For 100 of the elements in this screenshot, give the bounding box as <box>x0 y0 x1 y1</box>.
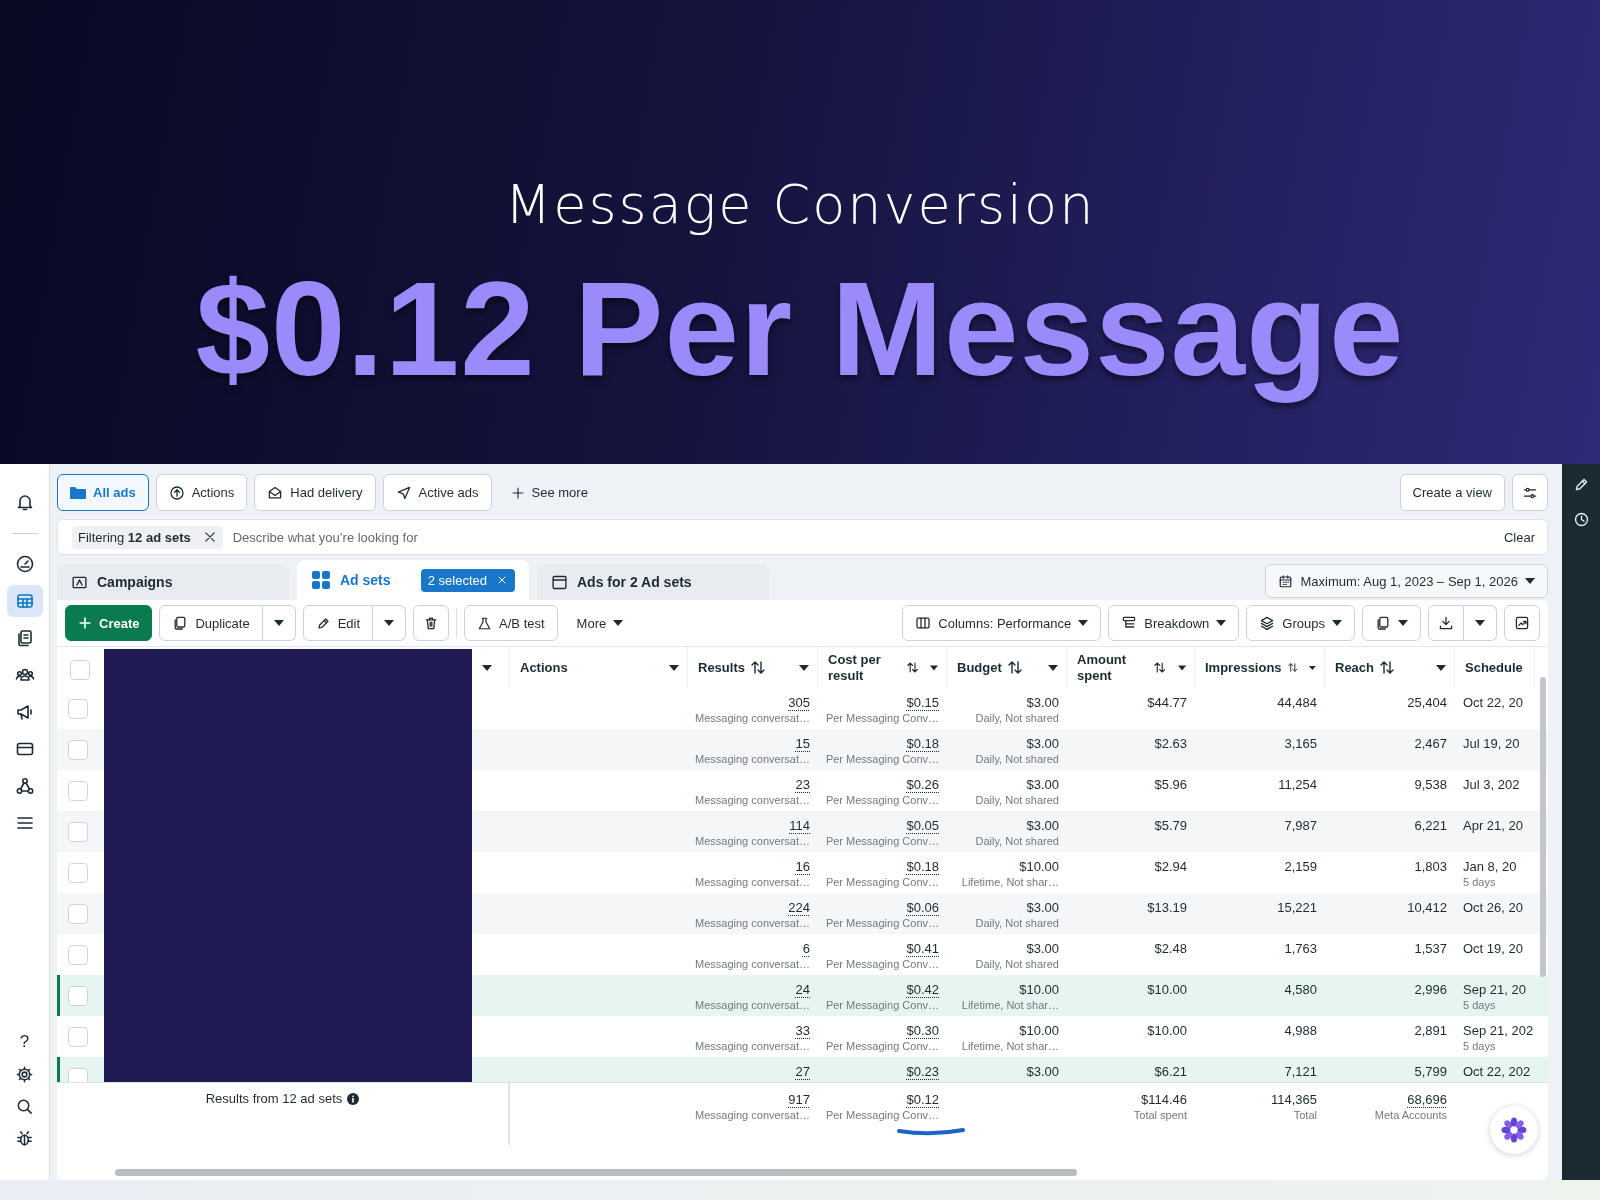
scrollbar[interactable] <box>115 1169 1077 1176</box>
table-cell: $0.05 <box>906 817 939 834</box>
dropdown-button[interactable] <box>262 605 296 641</box>
reports-button[interactable] <box>1362 605 1421 641</box>
breakdown-button[interactable]: Breakdown <box>1108 605 1240 641</box>
column-header[interactable]: Reach <box>1325 647 1455 688</box>
checkbox[interactable] <box>68 1027 88 1047</box>
level-tab[interactable]: Ads for 2 Ad sets <box>537 564 769 600</box>
view-tab[interactable]: Actions <box>155 474 248 511</box>
cell-note: Messaging conversat… <box>695 752 810 767</box>
view-tab[interactable]: Active ads <box>382 474 492 511</box>
table-row[interactable]: 15 Messaging conversat… $0.18 Per Messaging Conv… $3.00 Daily, Not shared $2.63 3,165 2,467 Jul 19, 20 <box>57 729 1548 770</box>
level-tab[interactable]: Campaigns <box>57 564 289 600</box>
table-row[interactable]: 224 Messaging conversat… $0.06 Per Messaging Conv… $3.00 Daily, Not shared $13.19 15,221 10,412 Oct 26, 20 <box>57 893 1548 934</box>
send-icon <box>395 484 412 501</box>
cell-note: Total spent <box>1133 1108 1187 1123</box>
table-cell-text: Oct 26, 20 <box>1463 899 1524 916</box>
column-header[interactable]: Actions <box>510 647 688 688</box>
see-more-button[interactable]: See more <box>498 474 600 511</box>
cell-note: Daily, Not shared <box>975 916 1059 931</box>
checkbox[interactable] <box>68 822 88 842</box>
table-row[interactable]: 305 Messaging conversat… $0.15 Per Messaging Conv… $3.00 Daily, Not shared $44.77 44,484 25,404 Oct 22, 20 <box>57 688 1548 729</box>
delete-button[interactable] <box>413 605 450 641</box>
caret-icon <box>1332 620 1342 626</box>
search-field[interactable]: Filtering 12 ad sets Describe what you’re looking for Clear <box>57 519 1548 555</box>
table-row[interactable]: 16 Messaging conversat… $0.18 Per Messaging Conv… $10.00 Lifetime, Not shar… $2.94 2,159 1,803 Jan 8, 20 5 days <box>57 852 1548 893</box>
table-row[interactable]: 24 Messaging conversat… $0.42 Per Messaging Conv… $10.00 Lifetime, Not shar… $10.00 4,580 2,996 Sep 21, 20 5 days <box>57 975 1548 1016</box>
assistant-button[interactable] <box>1490 1106 1538 1154</box>
create-view-button[interactable]: Create a view <box>1399 474 1505 511</box>
checkbox[interactable] <box>68 904 88 924</box>
chart-button[interactable] <box>1504 605 1540 641</box>
checkbox[interactable] <box>68 863 88 883</box>
table-cell: 33 <box>795 1022 810 1039</box>
column-header[interactable]: Impressions <box>1195 647 1325 688</box>
view-tab[interactable]: All ads <box>57 474 149 511</box>
table-cell: 11,254 <box>1278 776 1317 793</box>
duplicate-button[interactable]: Duplicate <box>159 605 263 641</box>
cell-note: Per Messaging Conv… <box>825 916 939 931</box>
cell-note: Lifetime, Not shar… <box>961 1039 1059 1054</box>
table-row[interactable]: 27 $0.23 $3.00 $6.21 7,121 5,799 Oct 22, 202 <box>57 1057 1548 1082</box>
cell-note: Messaging conversat… <box>695 875 810 890</box>
cell-note: Daily, Not shared <box>975 834 1059 849</box>
checkbox[interactable] <box>68 781 88 801</box>
cell-note: Messaging conversat… <box>695 834 810 849</box>
pencil-icon <box>315 615 331 631</box>
table-row[interactable]: 23 Messaging conversat… $0.26 Per Messaging Conv… $3.00 Daily, Not shared $5.96 11,254 9,538 Jul 3, 202 <box>57 770 1548 811</box>
column-header[interactable]: Results <box>688 647 818 688</box>
folder-icon <box>70 485 86 500</box>
table-cell: Sep 21, 202 <box>1463 1022 1533 1039</box>
edit-button[interactable]: Edit <box>302 605 374 641</box>
checkbox[interactable] <box>68 945 88 965</box>
table-cell: 16 <box>795 858 810 875</box>
checkbox[interactable] <box>70 660 90 680</box>
column-header[interactable]: Cost per result <box>818 647 947 688</box>
checkbox[interactable] <box>68 986 88 1006</box>
create-button[interactable]: Create <box>65 605 153 641</box>
column-header[interactable]: Schedule <box>1455 647 1535 688</box>
table-row[interactable]: 33 Messaging conversat… $0.30 Per Messaging Conv… $10.00 Lifetime, Not shar… $10.00 4,988 2,891 Sep 21, 202 5 days <box>57 1016 1548 1057</box>
cell-note: Lifetime, Not shar… <box>961 998 1059 1013</box>
table-cell: 4,580 <box>1284 981 1317 998</box>
dropdown-button[interactable] <box>373 605 407 641</box>
ab-test-button[interactable]: A/B test <box>464 605 558 641</box>
help-button[interactable]: ? <box>9 1028 40 1056</box>
caret-icon <box>1525 578 1535 584</box>
headline: $0.12 Per Message <box>195 253 1405 405</box>
column-header[interactable]: Amount spent <box>1067 647 1195 688</box>
table-cell: 305 <box>788 694 810 711</box>
scrollbar[interactable] <box>1540 677 1546 977</box>
filter-chip[interactable]: Filtering 12 ad sets <box>72 525 223 549</box>
window-icon <box>551 573 568 591</box>
view-tab[interactable]: Had delivery <box>254 474 376 511</box>
level-tab[interactable]: Ad sets 2 selected <box>297 560 529 600</box>
dropdown-button[interactable] <box>1464 605 1497 641</box>
plus-icon <box>78 616 92 630</box>
caret-icon <box>669 664 679 671</box>
info-icon[interactable] <box>347 1093 360 1105</box>
cell-note: Messaging conversat… <box>695 916 810 931</box>
clear-button[interactable]: Clear <box>1499 524 1539 550</box>
selection-badge[interactable]: 2 selected <box>420 568 515 592</box>
table-cell: $3.00 <box>1026 899 1059 916</box>
checkbox[interactable] <box>68 699 88 719</box>
column-header[interactable]: Budget <box>947 647 1067 688</box>
cell-note: 5 days <box>1463 1039 1497 1054</box>
table-cell-text: Jul 19, 20 <box>1463 735 1521 752</box>
table-row[interactable]: 6 Messaging conversat… $0.41 Per Messaging Conv… $3.00 Daily, Not shared $2.48 1,763 1,537 Oct 19, 20 <box>57 934 1548 975</box>
checkbox[interactable] <box>68 1068 88 1082</box>
cell-note: Daily, Not shared <box>975 793 1059 808</box>
table-cell: 2,467 <box>1414 735 1447 752</box>
groups-button[interactable]: Groups <box>1246 605 1355 641</box>
checkbox[interactable] <box>68 740 88 760</box>
settings-button[interactable] <box>1512 474 1548 511</box>
date-range-button[interactable]: Maximum: Aug 1, 2023 – Sep 1, 2026 <box>1265 564 1548 598</box>
cell-note: Daily, Not shared <box>975 957 1059 972</box>
export-button[interactable] <box>1428 605 1464 641</box>
columns-button[interactable]: Columns: Performance <box>902 605 1102 641</box>
cell-note: Per Messaging Conv… <box>825 711 939 726</box>
more-button[interactable]: More <box>564 605 636 641</box>
caret-icon <box>799 664 809 671</box>
table-row[interactable]: 114 Messaging conversat… $0.05 Per Messaging Conv… $3.00 Daily, Not shared $5.79 7,987 6,221 Apr 21, 20 <box>57 811 1548 852</box>
caret-icon <box>1078 620 1089 626</box>
